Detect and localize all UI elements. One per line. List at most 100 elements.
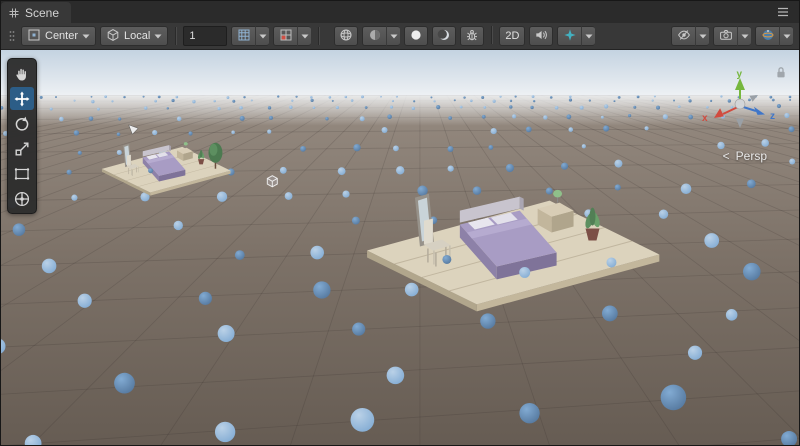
scene-sphere	[104, 95, 107, 98]
scene-sphere	[117, 150, 122, 155]
scene-sphere	[515, 95, 517, 97]
hamburger-menu-icon[interactable]	[773, 3, 793, 21]
lighting-toggle-button[interactable]	[404, 26, 428, 46]
scene-sphere	[436, 105, 440, 109]
hand-icon	[13, 65, 31, 83]
bug-icon	[465, 28, 479, 45]
scene-camera-dropdown[interactable]	[737, 26, 751, 46]
scene-sphere	[533, 100, 535, 102]
scene-sphere	[628, 114, 631, 117]
axis-x-cone[interactable]	[714, 108, 724, 118]
scene-sphere	[336, 106, 339, 109]
overlay-drag-handle-icon[interactable]	[7, 29, 17, 43]
axis-neg-y-cone[interactable]	[736, 119, 744, 129]
moon-toggle-button[interactable]	[432, 26, 456, 46]
projection-label[interactable]: < Persp	[723, 149, 767, 163]
scene-sphere	[463, 96, 465, 98]
scene-sphere	[659, 209, 668, 218]
axis-y-label: y	[737, 69, 743, 80]
scene-sphere	[582, 144, 586, 148]
grid-snap-dropdown[interactable]	[255, 26, 269, 46]
scene-sphere	[493, 100, 496, 103]
scene-sphere	[269, 116, 273, 120]
shading-split-button	[362, 26, 400, 46]
scene-sphere	[152, 130, 157, 135]
scene-sphere	[50, 107, 53, 110]
toolbar-separator	[318, 27, 319, 45]
effects-split-button	[557, 26, 595, 46]
scene-toolbar: Center Local	[1, 23, 799, 50]
gizmos-button[interactable]	[755, 26, 779, 46]
mode-2d-button[interactable]: 2D	[499, 26, 525, 46]
scene-sphere	[442, 255, 451, 264]
debug-toggle-button[interactable]	[460, 26, 484, 46]
scene-sphere	[353, 144, 360, 151]
scene-sphere	[251, 99, 253, 101]
gizmos-split-button	[755, 26, 793, 46]
axis-z-label: z	[770, 111, 775, 122]
rotate-tool[interactable]	[10, 112, 34, 135]
lock-icon[interactable]	[775, 66, 787, 79]
hand-tool[interactable]	[10, 62, 34, 85]
axis-neg-x-cone[interactable]	[749, 95, 758, 102]
scene-sphere	[661, 385, 687, 411]
increment-snap-dropdown[interactable]	[297, 26, 311, 46]
scene-sphere	[550, 96, 553, 99]
view-options-cluster: 2D	[334, 26, 595, 46]
scene-sphere	[291, 99, 293, 101]
scene-sphere	[361, 95, 364, 98]
scene-sphere	[387, 367, 405, 385]
scene-sphere	[268, 106, 271, 109]
moon-icon	[437, 28, 451, 45]
scene-sphere	[480, 313, 495, 328]
scene-sphere	[71, 195, 77, 201]
render-mode-button[interactable]	[334, 26, 358, 46]
scene-visibility-dropdown[interactable]	[695, 26, 709, 46]
effects-dropdown[interactable]	[581, 26, 595, 46]
scene-sphere	[481, 96, 484, 99]
persp-arrow-icon[interactable]: <	[723, 149, 730, 163]
gizmos-dropdown[interactable]	[779, 26, 793, 46]
effects-star-icon	[563, 28, 577, 45]
scene-sphere	[569, 98, 572, 101]
grid-snap-button[interactable]	[231, 26, 255, 46]
grid-snap-icon	[237, 28, 251, 45]
rect-tool[interactable]	[10, 162, 34, 185]
toolbar-separator	[175, 27, 176, 45]
scene-sphere	[656, 106, 660, 110]
orientation-dropdown[interactable]: Local	[100, 26, 168, 46]
increment-snap-button[interactable]	[273, 26, 297, 46]
scene-camera-button[interactable]	[713, 26, 737, 46]
scene-sphere	[67, 170, 72, 175]
scene-sphere	[235, 250, 245, 260]
scene-sphere	[499, 96, 501, 98]
audio-toggle-button[interactable]	[529, 26, 553, 46]
scene-visibility-button[interactable]	[671, 26, 695, 46]
scene-sphere	[448, 116, 452, 120]
shading-mode-button[interactable]	[362, 26, 386, 46]
gizmo-center-sphere[interactable]	[735, 99, 745, 109]
scene-sphere	[313, 106, 316, 109]
scene-sphere	[42, 259, 57, 274]
scene-sphere	[532, 95, 535, 98]
move-tool[interactable]	[10, 87, 34, 110]
scene-sphere	[604, 104, 608, 108]
scale-tool[interactable]	[10, 137, 34, 160]
increment-snap-icon	[279, 28, 293, 45]
tab-scene[interactable]: Scene	[1, 2, 71, 23]
rect-icon	[13, 165, 31, 183]
scene-sphere	[78, 151, 82, 155]
scene-sphere	[311, 99, 314, 102]
pivot-dropdown[interactable]: Center	[21, 26, 96, 46]
snap-increment-field[interactable]	[183, 26, 227, 46]
effects-button[interactable]	[557, 26, 581, 46]
transform-tool[interactable]	[10, 187, 34, 210]
scene-sphere	[91, 100, 94, 103]
scene-sphere	[613, 100, 615, 102]
scene-sphere	[215, 422, 235, 442]
scene-viewport[interactable]: y x z < Persp	[1, 50, 799, 445]
shading-mode-dropdown[interactable]	[386, 26, 400, 46]
gizmos-sphere-icon	[761, 28, 775, 45]
scene-sphere	[615, 184, 621, 190]
prefab-cube-icon[interactable]	[267, 176, 277, 187]
